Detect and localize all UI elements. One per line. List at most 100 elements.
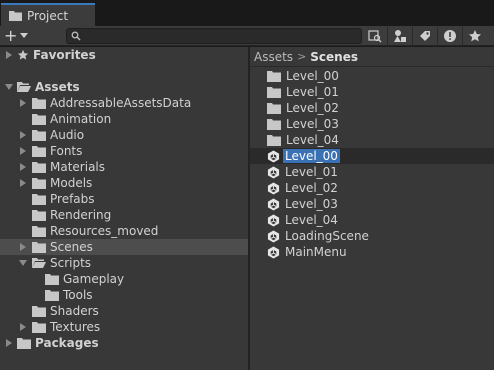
folder-item[interactable]: Level_02 [250, 100, 494, 116]
collapse-arrow-icon[interactable] [4, 79, 13, 95]
tree-label: Packages [35, 336, 99, 350]
folder-icon [267, 87, 281, 98]
arrow-spacer [18, 207, 27, 223]
folder-item[interactable]: Level_03 [250, 116, 494, 132]
scene-item[interactable]: MainMenu [250, 244, 494, 260]
breadcrumb-separator: > [297, 50, 307, 63]
arrow-spacer [30, 271, 39, 287]
scene-item[interactable]: Level_04 [250, 212, 494, 228]
tree-item[interactable]: Resources_moved [0, 223, 248, 239]
folder-icon [267, 71, 281, 82]
search-icon [71, 31, 81, 41]
arrow-spacer [18, 111, 27, 127]
tree-label: Resources_moved [50, 224, 159, 238]
expand-arrow-icon[interactable] [18, 159, 27, 175]
item-label: Level_02 [286, 101, 339, 115]
breadcrumb: Assets > Scenes [250, 47, 494, 67]
folder-tab-icon [9, 11, 22, 21]
unity-scene-icon [267, 165, 280, 179]
scene-item[interactable]: Level_01 [250, 164, 494, 180]
folder-icon [32, 162, 46, 173]
tree-item-favorites[interactable]: Favorites [0, 47, 248, 63]
item-label: Level_01 [286, 85, 339, 99]
arrow-spacer [30, 287, 39, 303]
tree-item[interactable]: Audio [0, 127, 248, 143]
filter-by-type-icon[interactable] [389, 27, 411, 45]
tree-item[interactable]: AddressableAssetsData [0, 95, 248, 111]
tree-label: Scripts [50, 256, 92, 270]
filter-by-label-icon[interactable] [414, 27, 436, 45]
expand-arrow-icon[interactable] [18, 143, 27, 159]
unity-scene-icon [267, 149, 280, 163]
expand-arrow-icon[interactable] [4, 335, 13, 351]
folder-item[interactable]: Level_01 [250, 84, 494, 100]
tree-item[interactable]: Fonts [0, 143, 248, 159]
tree-item-packages[interactable]: Packages [0, 335, 248, 351]
favorite-star-icon[interactable] [464, 27, 486, 45]
folder-icon [32, 98, 46, 109]
tree-label: Audio [50, 128, 85, 142]
folder-icon [267, 135, 281, 146]
scene-item[interactable]: Level_02 [250, 180, 494, 196]
tree-item[interactable]: Animation [0, 111, 248, 127]
expand-arrow-icon[interactable] [18, 175, 27, 191]
toolbar-separator [387, 27, 388, 45]
expand-arrow-icon[interactable] [18, 319, 27, 335]
folder-icon [32, 114, 46, 125]
expand-arrow-icon[interactable] [18, 239, 27, 255]
tree-item-assets[interactable]: Assets [0, 79, 248, 95]
rename-field[interactable]: Level_00 [283, 149, 340, 163]
scene-item[interactable]: LoadingScene [250, 228, 494, 244]
tree-label: Textures [50, 320, 101, 334]
search-by-type-icon[interactable] [364, 27, 386, 45]
search-input[interactable] [66, 28, 362, 44]
item-label: MainMenu [285, 245, 347, 259]
folder-item[interactable]: Level_00 [250, 68, 494, 84]
tree-item[interactable]: Rendering [0, 207, 248, 223]
breadcrumb-current[interactable]: Scenes [310, 50, 358, 64]
item-label: Level_04 [286, 133, 339, 147]
folder-icon [32, 146, 46, 157]
expand-arrow-icon[interactable] [18, 95, 27, 111]
scene-item[interactable]: Level_03 [250, 196, 494, 212]
tree-item[interactable]: Materials [0, 159, 248, 175]
tree-label: Scenes [50, 240, 93, 254]
expand-arrow-icon[interactable] [4, 47, 13, 63]
tree-label: Rendering [50, 208, 112, 222]
unity-scene-icon [267, 181, 280, 195]
toolbar-separator [412, 27, 413, 45]
folder-icon [32, 130, 46, 141]
folder-icon [32, 194, 46, 205]
toolbar-separator [462, 27, 463, 45]
item-label: Level_03 [285, 197, 338, 211]
folder-item[interactable]: Level_04 [250, 132, 494, 148]
hidden-packages-icon[interactable] [439, 27, 461, 45]
tree-item[interactable]: Models [0, 175, 248, 191]
tab-project[interactable]: Project [1, 3, 95, 26]
folder-icon [32, 242, 46, 253]
add-asset-button[interactable]: + [4, 27, 34, 45]
tree-item[interactable]: Tools [0, 287, 248, 303]
folder-icon [32, 322, 46, 333]
tree-item[interactable]: Gameplay [0, 271, 248, 287]
folder-icon [32, 226, 46, 237]
item-label: Level_00 [286, 69, 339, 83]
tree-item[interactable]: Scenes [0, 239, 248, 255]
tree-item[interactable]: Scripts [0, 255, 248, 271]
tree-item[interactable]: Textures [0, 319, 248, 335]
scene-item-renaming[interactable]: Level_00 [250, 148, 494, 164]
arrow-spacer [18, 303, 27, 319]
unity-scene-icon [267, 245, 280, 259]
unity-scene-icon [267, 229, 280, 243]
unity-scene-icon [267, 213, 280, 227]
tree-item[interactable]: Shaders [0, 303, 248, 319]
tree-label: AddressableAssetsData [50, 96, 192, 110]
expand-arrow-icon[interactable] [18, 127, 27, 143]
folder-icon [45, 274, 59, 285]
breadcrumb-root[interactable]: Assets [254, 50, 293, 64]
tree-label: Animation [50, 112, 112, 126]
toolbar-separator [437, 27, 438, 45]
collapse-arrow-icon[interactable] [18, 255, 27, 271]
tree-item[interactable]: Prefabs [0, 191, 248, 207]
tab-label: Project [27, 8, 69, 23]
